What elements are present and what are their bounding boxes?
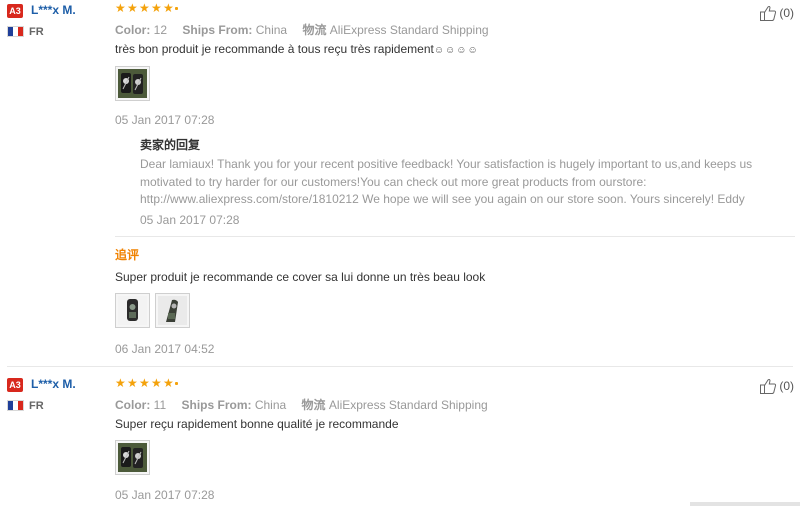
buyer-level-badge: A3 [7,378,23,392]
star-icon: ★ [163,1,174,15]
review-item: A3 L***x M. FR ★ ★ ★ ★ ★ (0) Color: 11 S… [0,376,800,506]
color-value: 11 [153,398,167,412]
review-meta: Color: 12 Ships From: China 物流 AliExpres… [115,21,489,38]
logistics-value: AliExpress Standard Shipping [329,23,489,37]
star-dot-icon [175,7,178,10]
seller-reply-date: 05 Jan 2017 07:28 [140,213,240,227]
review-photo[interactable] [115,66,150,101]
logistics-label: 物流 [302,23,327,37]
helpful-count: (0) [779,6,794,20]
ships-from-label: Ships From: [181,398,252,412]
review-text: très bon produit je recommande à tous re… [115,42,479,56]
phone-case-photo [158,296,187,325]
reviewer-name[interactable]: L***x M. [31,377,76,391]
ships-from-label: Ships From: [182,23,253,37]
review-item: A3 L***x M. FR ★ ★ ★ ★ ★ (0) Color: 12 S… [0,0,800,365]
phone-case-photo [118,296,147,325]
star-rating: ★ ★ ★ ★ ★ [115,1,178,15]
followup-photo[interactable] [155,293,190,328]
thumbs-up-icon [760,6,777,21]
review-meta: Color: 11 Ships From: China 物流 AliExpres… [115,396,488,413]
review-text-body: très bon produit je recommande à tous re… [115,42,434,56]
star-icon: ★ [151,1,162,15]
reviewer-country: FR [29,400,44,412]
logistics-label: 物流 [301,398,326,412]
color-value: 12 [153,23,168,37]
star-rating: ★ ★ ★ ★ ★ [115,376,178,390]
flag-france-icon [7,26,24,37]
buyer-level-badge: A3 [7,4,23,18]
helpful-button[interactable]: (0) [759,4,794,22]
star-icon: ★ [151,376,162,390]
star-icon: ★ [139,376,150,390]
logistics-value: AliExpress Standard Shipping [328,398,488,412]
star-dot-icon [175,382,178,385]
review-text: Super reçu rapidement bonne qualité je r… [115,417,399,431]
star-icon: ★ [163,376,174,390]
seller-reply-title: 卖家的回复 [140,138,201,152]
review-divider [7,366,793,367]
review-date: 05 Jan 2017 07:28 [115,113,215,127]
color-label: Color: [115,398,151,412]
star-icon: ★ [127,376,138,390]
followup-text: Super produit je recommande ce cover sa … [115,270,486,284]
ships-from-value: China [254,398,287,412]
ships-from-value: China [255,23,288,37]
star-icon: ★ [115,376,126,390]
followup-date: 06 Jan 2017 04:52 [115,342,215,356]
star-icon: ★ [115,1,126,15]
followup-photo[interactable] [115,293,150,328]
thumbs-up-icon [760,379,777,394]
reviewer-country: FR [29,26,44,38]
followup-label: 追评 [115,248,140,262]
review-photo[interactable] [115,440,150,475]
scroll-edge [690,502,800,506]
color-label: Color: [115,23,151,37]
helpful-count: (0) [779,379,794,393]
phone-case-photo [118,69,147,98]
emoji-icons: ☺☺☺☺ [433,45,479,56]
seller-reply-text: Dear lamiaux! Thank you for your recent … [140,157,753,206]
phone-case-photo [118,443,147,472]
helpful-button[interactable]: (0) [759,377,794,395]
review-date: 05 Jan 2017 07:28 [115,488,215,502]
divider [115,236,795,237]
star-icon: ★ [127,1,138,15]
star-icon: ★ [139,1,150,15]
reviewer-name[interactable]: L***x M. [31,3,76,17]
flag-france-icon [7,400,24,411]
